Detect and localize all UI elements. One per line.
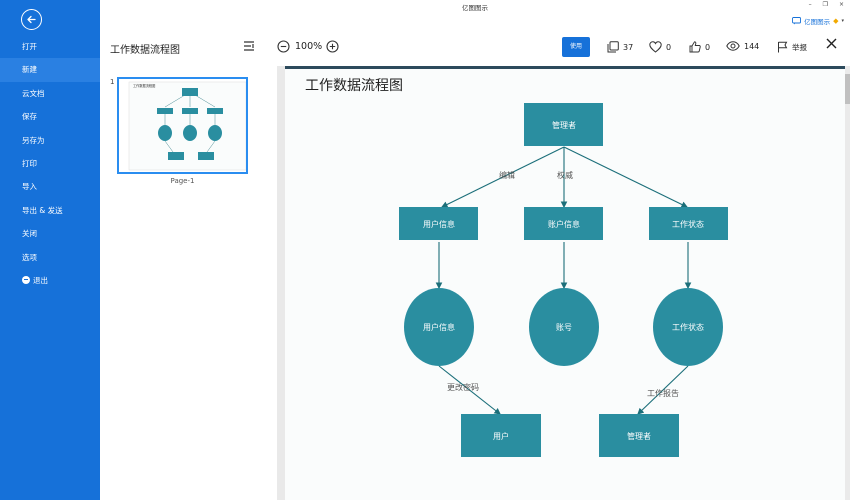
window-close-button[interactable]: × (839, 1, 844, 8)
menu-item-label: 关闭 (22, 229, 37, 239)
zoom-out-button[interactable] (277, 40, 290, 53)
close-icon (826, 38, 837, 49)
menu-item-save[interactable]: 保存 (0, 105, 100, 128)
thumbs-up-count-value: 0 (705, 42, 711, 52)
restore-button[interactable]: ❐ (823, 1, 828, 8)
menu-item-open[interactable]: 打开 (0, 35, 100, 58)
like-count[interactable]: 0 (649, 41, 671, 53)
menu-item-new[interactable]: 新建 (0, 58, 100, 82)
page-number: 1 (110, 78, 115, 86)
view-count-value: 144 (744, 41, 760, 51)
edge-label-work-report: 工作报告 (647, 388, 679, 398)
menu-item-label: 退出 (33, 275, 48, 285)
document-title: 工作数据流程图 (110, 45, 180, 56)
use-template-button[interactable]: 使用 (562, 37, 590, 57)
close-document-button[interactable] (826, 38, 837, 53)
vip-diamond-icon: ◆ (833, 17, 839, 25)
edge-label-change-password: 更改密码 (447, 382, 479, 392)
menu-item-label: 导入 (22, 182, 37, 192)
title-bar: 亿图图示 – ❐ × (100, 0, 850, 14)
node-label: 用户信息 (423, 322, 455, 332)
minimize-button[interactable]: – (809, 1, 812, 8)
diagram-canvas[interactable]: 工作数据流程图 编辑 权威 更改密码 工作报告 管理者 用户信息 账户信息 工作… (285, 66, 845, 500)
menu-item-label: 保存 (22, 112, 37, 122)
back-button[interactable] (21, 9, 42, 30)
menu-item-import[interactable]: 导入 (0, 175, 100, 198)
outline-button[interactable] (243, 40, 257, 52)
node-label: 用户信息 (423, 219, 455, 229)
zoom-in-icon (326, 40, 339, 53)
copy-count[interactable]: 37 (607, 41, 633, 53)
menu-item-label: 云文档 (22, 88, 45, 98)
node-label: 工作状态 (672, 322, 704, 332)
edge-label-permission: 权威 (557, 170, 573, 180)
file-menu: 打开 新建 云文档 保存 另存为 打印 导入 导出 & 发送 关闭 选项 退出 (0, 35, 100, 292)
menu-item-label: 新建 (22, 65, 37, 75)
node-label: 管理者 (627, 431, 651, 441)
zoom-out-icon (277, 40, 290, 53)
exit-icon (22, 275, 30, 284)
view-count: 144 (726, 41, 759, 51)
menu-item-save-as[interactable]: 另存为 (0, 129, 100, 152)
page-thumbnail[interactable]: 工作数据流程图 (117, 77, 248, 174)
node-label: 用户 (493, 431, 509, 441)
menu-item-label: 打开 (22, 42, 37, 51)
page-thumbnail-preview: 工作数据流程图 (128, 81, 246, 171)
list-settings-icon (244, 41, 254, 51)
like-count-value: 0 (666, 42, 672, 52)
edge-manager-to-work-status[interactable] (563, 146, 688, 208)
node-label: 账号 (556, 323, 572, 332)
menu-item-print[interactable]: 打印 (0, 152, 100, 175)
toolbar: 工作数据流程图 100% 使用 37 0 0 144 举报 (100, 32, 850, 62)
node-label: 账户信息 (548, 219, 580, 229)
zoom-level: 100% (295, 41, 323, 52)
report-label: 举报 (792, 42, 807, 52)
menu-item-label: 导出 & 发送 (22, 205, 63, 215)
menu-item-options[interactable]: 选项 (0, 246, 100, 269)
file-sidebar: 打开 新建 云文档 保存 另存为 打印 导入 导出 & 发送 关闭 选项 退出 (0, 0, 100, 500)
chat-icon (792, 17, 802, 25)
copy-icon (607, 41, 619, 53)
edge-label-edit: 编辑 (499, 170, 515, 180)
scrollbar-thumb[interactable] (845, 74, 850, 104)
node-label: 管理者 (552, 120, 576, 130)
copy-count-value: 37 (623, 42, 634, 52)
menu-item-label: 另存为 (22, 135, 45, 145)
zoom-in-button[interactable] (326, 40, 339, 53)
flowchart: 编辑 权威 更改密码 工作报告 管理者 用户信息 账户信息 工作状态 用户信息 … (399, 103, 728, 457)
menu-item-label: 选项 (22, 252, 37, 262)
report-button[interactable]: 举报 (777, 41, 807, 53)
heart-icon (649, 41, 662, 53)
window-controls: – ❐ × (809, 1, 844, 8)
node-label: 工作状态 (672, 219, 704, 229)
brand-account[interactable]: 亿图图示 ◆ ▾ (792, 16, 844, 26)
flag-icon (778, 41, 788, 53)
vertical-scrollbar[interactable] (845, 66, 850, 500)
page-label: Page-1 (170, 177, 195, 185)
thumb-title: 工作数据流程图 (133, 83, 155, 88)
page-thumbnail-panel: 1 工作数据流程图 Page-1 (100, 66, 277, 500)
arrow-left-icon (27, 15, 36, 24)
menu-item-export-send[interactable]: 导出 & 发送 (0, 199, 100, 222)
app-window: 打开 新建 云文档 保存 另存为 打印 导入 导出 & 发送 关闭 选项 退出 … (0, 0, 850, 500)
brand-name: 亿图图示 (804, 18, 831, 26)
panel-divider[interactable] (277, 66, 285, 500)
app-title: 亿图图示 (462, 4, 488, 12)
eye-icon (726, 41, 740, 51)
menu-item-exit[interactable]: 退出 (0, 269, 100, 292)
menu-item-close[interactable]: 关闭 (0, 222, 100, 245)
thumbs-up-icon (689, 41, 701, 53)
thumbs-up-count[interactable]: 0 (689, 41, 710, 53)
chevron-down-icon: ▾ (841, 18, 844, 24)
menu-item-label: 打印 (22, 158, 37, 168)
menu-item-cloud-docs[interactable]: 云文档 (0, 82, 100, 105)
